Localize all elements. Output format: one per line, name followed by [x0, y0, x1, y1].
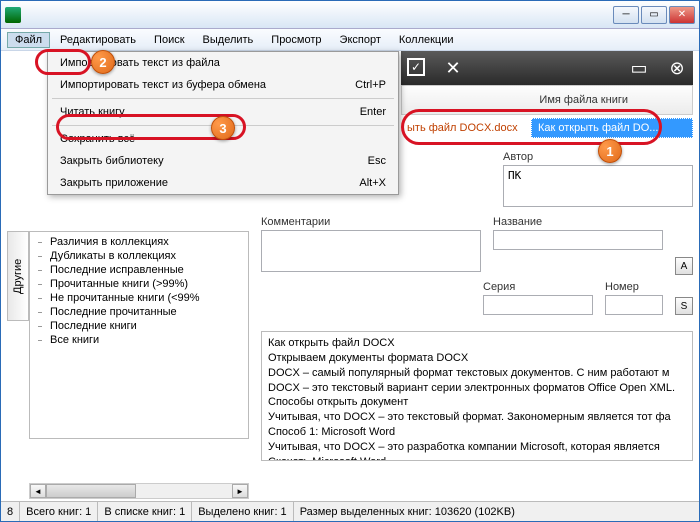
- scroll-right-icon[interactable]: ►: [232, 484, 248, 498]
- status-size: Размер выделенных книг: 103620 (102KB): [294, 502, 699, 521]
- statusbar: 8 Всего книг: 1 В списке книг: 1 Выделен…: [1, 501, 699, 521]
- menu-file[interactable]: Файл: [7, 32, 50, 48]
- status-total: Всего книг: 1: [20, 502, 98, 521]
- menu-close-app[interactable]: Закрыть приложениеAlt+X: [48, 172, 398, 194]
- series-field[interactable]: [483, 295, 593, 315]
- titlebar: ─ ▭ ✕: [1, 1, 699, 29]
- scroll-thumb[interactable]: [46, 484, 136, 498]
- preview-line: Способ 1: Microsoft Word: [268, 425, 686, 440]
- scroll-left-icon[interactable]: ◄: [30, 484, 46, 498]
- book-cell-path[interactable]: ыть файл DOCX.docx: [401, 118, 531, 138]
- btn-s[interactable]: S: [675, 297, 693, 315]
- close-panel-icon[interactable]: ⊗: [667, 58, 687, 79]
- preview-line: Скачать Microsoft Word: [268, 455, 686, 461]
- preview-line: Учитывая, что DOCX – это текстовый форма…: [268, 410, 686, 425]
- btn-a[interactable]: A: [675, 257, 693, 275]
- menubar: Файл Редактировать Поиск Выделить Просмо…: [1, 29, 699, 51]
- sidebar-tab-other[interactable]: Другие: [7, 231, 29, 321]
- menu-close-library[interactable]: Закрыть библиотекуEsc: [48, 150, 398, 172]
- preview-line: Как открыть файл DOCX: [268, 336, 686, 351]
- book-preview: Как открыть файл DOCX Открываем документ…: [261, 331, 693, 461]
- series-label: Серия: [483, 281, 593, 293]
- minimize-button[interactable]: ─: [613, 6, 639, 24]
- tree-item[interactable]: Последние книги: [36, 319, 242, 333]
- menu-collections[interactable]: Коллекции: [391, 32, 462, 48]
- status-cell: 8: [1, 502, 20, 521]
- app-icon: [5, 7, 21, 23]
- comments-field[interactable]: [261, 230, 481, 272]
- menu-import-clipboard[interactable]: Импортировать текст из буфера обменаCtrl…: [48, 74, 398, 96]
- x-icon[interactable]: ✕: [443, 58, 463, 79]
- tree-item[interactable]: Дубликаты в коллекциях: [36, 249, 242, 263]
- badge-1: 1: [598, 139, 622, 163]
- menu-edit[interactable]: Редактировать: [52, 32, 144, 48]
- tree-item[interactable]: Прочитанные книги (>99%): [36, 277, 242, 291]
- tree-panel: Различия в коллекциях Дубликаты в коллек…: [29, 231, 249, 439]
- tree-item[interactable]: Последние прочитанные: [36, 305, 242, 319]
- column-filename[interactable]: Имя файла книги: [533, 94, 688, 106]
- menu-select[interactable]: Выделить: [195, 32, 262, 48]
- booklist-header: Имя файла книги: [401, 85, 693, 115]
- book-cell-name[interactable]: Как открыть файл DO...: [531, 118, 693, 138]
- close-button[interactable]: ✕: [669, 6, 695, 24]
- preview-line: Открываем документы формата DOCX: [268, 351, 686, 366]
- author-field[interactable]: [503, 165, 693, 207]
- comments-label: Комментарии: [261, 216, 481, 228]
- tree-scrollbar[interactable]: ◄ ►: [29, 483, 249, 499]
- badge-2: 2: [91, 50, 115, 74]
- status-inlist: В списке книг: 1: [98, 502, 192, 521]
- title-label: Название: [493, 216, 663, 228]
- menu-export[interactable]: Экспорт: [332, 32, 389, 48]
- menu-view[interactable]: Просмотр: [263, 32, 329, 48]
- tree-item[interactable]: Все книги: [36, 333, 242, 347]
- title-field[interactable]: [493, 230, 663, 250]
- maximize-button[interactable]: ▭: [641, 6, 667, 24]
- number-field[interactable]: [605, 295, 663, 315]
- app-window: ─ ▭ ✕ Файл Редактировать Поиск Выделить …: [0, 0, 700, 522]
- book-row[interactable]: ыть файл DOCX.docx Как открыть файл DO..…: [401, 115, 693, 141]
- number-label: Номер: [605, 281, 663, 293]
- restore-icon[interactable]: ▭: [629, 58, 649, 79]
- tree-item[interactable]: Различия в коллекциях: [36, 235, 242, 249]
- badge-3: 3: [211, 116, 235, 140]
- toolbar: ✓ ✕ ▭ ⊗: [401, 51, 693, 85]
- preview-line: Способы открыть документ: [268, 395, 686, 410]
- tree-item[interactable]: Последние исправленные: [36, 263, 242, 277]
- check-icon[interactable]: ✓: [407, 58, 425, 76]
- menu-search[interactable]: Поиск: [146, 32, 192, 48]
- tree-item[interactable]: Не прочитанные книги (<99%: [36, 291, 242, 305]
- preview-line: DOCX – самый популярный формат текстовых…: [268, 366, 686, 381]
- preview-line: DOCX – это текстовый вариант серии элект…: [268, 381, 686, 396]
- status-selected: Выделено книг: 1: [192, 502, 293, 521]
- preview-line: Учитывая, что DOCX – это разработка комп…: [268, 440, 686, 455]
